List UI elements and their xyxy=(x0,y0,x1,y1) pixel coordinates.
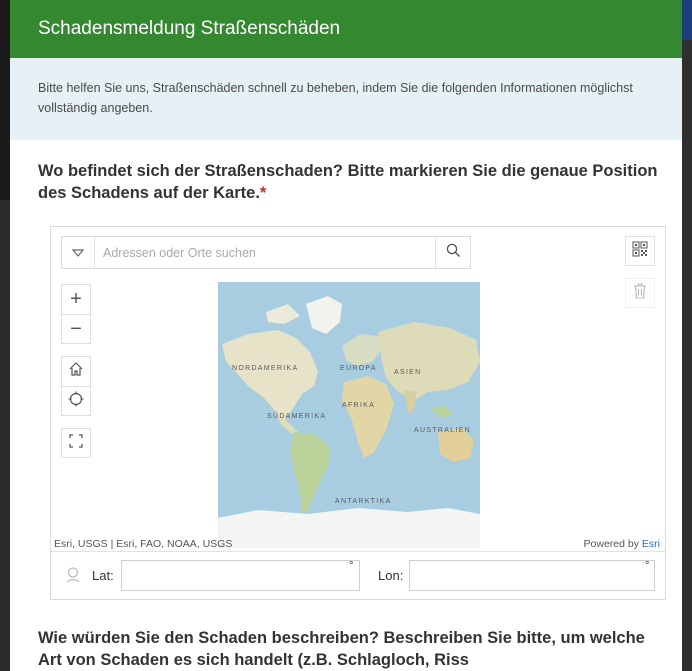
map-label-europe: EUROPA xyxy=(340,365,377,372)
survey-form: Schadensmeldung Straßenschäden Bitte hel… xyxy=(10,0,682,671)
coordinate-row: Lat: ° Lon: ° xyxy=(51,551,665,599)
question-description: Wie würden Sie den Schaden beschreiben? … xyxy=(38,627,658,671)
world-basemap: NORDAMERIKA EUROPA ASIEN AFRIKA SÜDAMERI… xyxy=(218,282,480,548)
longitude-degree-symbol: ° xyxy=(645,560,650,572)
map-label-australia: AUSTRALIEN xyxy=(414,427,471,434)
esri-link[interactable]: Esri xyxy=(642,538,660,550)
qr-code-icon xyxy=(632,241,648,262)
map-label-north-america: NORDAMERIKA xyxy=(232,365,299,372)
minus-icon: − xyxy=(70,317,82,340)
map-search-bar xyxy=(61,236,471,269)
qr-code-button[interactable] xyxy=(625,236,655,266)
location-pin-icon[interactable] xyxy=(65,566,81,589)
form-description: Bitte helfen Sie uns, Straßenschäden sch… xyxy=(10,58,682,140)
locate-icon xyxy=(68,391,84,412)
map-label-antarctica: ANTARKTIKA xyxy=(335,498,392,505)
latitude-input[interactable] xyxy=(121,560,360,591)
question-location-text: Wo befindet sich der Straßenschaden? Bit… xyxy=(38,162,658,202)
search-button[interactable] xyxy=(435,237,470,268)
zoom-in-button[interactable]: + xyxy=(61,284,91,314)
home-icon xyxy=(68,361,84,382)
map-label-africa: AFRIKA xyxy=(342,402,376,409)
map-label-south-america: SÜDAMERIKA xyxy=(267,413,327,420)
powered-by-text: Powered by xyxy=(583,538,639,550)
longitude-input[interactable] xyxy=(409,560,655,591)
powered-by: Powered by Esri xyxy=(584,538,660,550)
form-title: Schadensmeldung Straßenschäden xyxy=(38,18,341,39)
required-marker: * xyxy=(259,184,267,202)
fullscreen-icon xyxy=(69,433,83,453)
trash-icon xyxy=(633,282,647,304)
map-label-asia: ASIEN xyxy=(394,369,422,376)
question-location: Wo befindet sich der Straßenschaden? Bit… xyxy=(38,160,658,204)
latitude-label: Lat: xyxy=(92,568,114,583)
search-source-dropdown[interactable] xyxy=(62,237,95,268)
delete-button[interactable] xyxy=(625,278,655,308)
map-attribution: Esri, USGS | Esri, FAO, NOAA, USGS xyxy=(54,538,233,550)
form-description-text: Bitte helfen Sie uns, Straßenschäden sch… xyxy=(38,81,633,115)
map-view[interactable]: + − xyxy=(51,227,665,551)
question-description-text: Wie würden Sie den Schaden beschreiben? … xyxy=(38,629,645,669)
longitude-label: Lon: xyxy=(378,568,404,583)
home-button[interactable] xyxy=(61,356,91,386)
locate-button[interactable] xyxy=(61,386,91,416)
fullscreen-button[interactable] xyxy=(61,428,91,458)
plus-icon: + xyxy=(70,288,82,310)
chevron-down-icon xyxy=(71,244,85,262)
search-icon xyxy=(446,243,461,263)
map-question-widget: + − xyxy=(50,226,666,600)
zoom-out-button[interactable]: − xyxy=(61,314,91,344)
form-header: Schadensmeldung Straßenschäden xyxy=(10,0,682,58)
map-search-input[interactable] xyxy=(95,238,435,267)
latitude-degree-symbol: ° xyxy=(349,560,354,572)
